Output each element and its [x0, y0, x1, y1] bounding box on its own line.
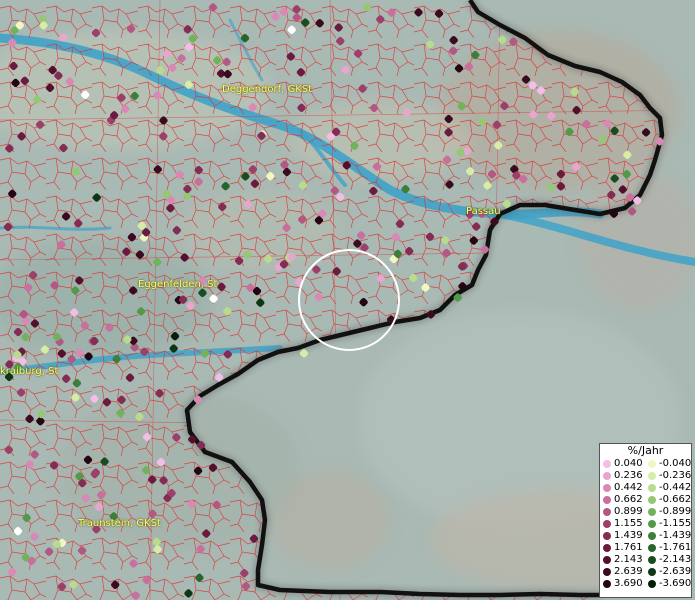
- legend-row: 0.899 -0.899: [600, 506, 691, 518]
- legend-entry-negative: -3.690: [645, 578, 691, 590]
- legend-row: 3.690 -3.690: [600, 578, 691, 590]
- legend-value: -0.899: [659, 506, 692, 517]
- legend-swatch: [648, 556, 656, 564]
- legend-swatch: [603, 580, 611, 588]
- town-label-kraiburg: kraiburg, St: [0, 366, 59, 377]
- legend-value: 0.040: [614, 458, 643, 469]
- legend-entry-positive: 0.442: [600, 482, 645, 494]
- legend-entry-negative: -1.155: [645, 518, 691, 530]
- town-label-passau: Passau: [466, 206, 501, 217]
- legend-value: -1.761: [659, 542, 692, 553]
- legend-row: 1.439 -1.439: [600, 530, 691, 542]
- legend-entry-negative: -1.439: [645, 530, 691, 542]
- legend-value: 3.690: [614, 578, 643, 589]
- legend-swatch: [603, 520, 611, 528]
- legend-value: -0.236: [659, 470, 692, 481]
- legend-value: 2.143: [614, 554, 643, 565]
- legend-row: 0.662 -0.662: [600, 494, 691, 506]
- legend-entry-positive: 3.690: [600, 578, 645, 590]
- legend-value: -0.442: [659, 482, 692, 493]
- legend-swatch: [648, 472, 656, 480]
- legend-value: 0.662: [614, 494, 643, 505]
- legend-value: -2.639: [659, 566, 692, 577]
- legend-row: 1.761 -1.761: [600, 542, 691, 554]
- town-label-deggendorf: Deggendorf, GKSt: [222, 84, 313, 95]
- legend-swatch: [603, 508, 611, 516]
- legend-value: 1.761: [614, 542, 643, 553]
- legend-value: -0.662: [659, 494, 692, 505]
- legend-entry-positive: 1.155: [600, 518, 645, 530]
- legend-swatch: [648, 484, 656, 492]
- legend-entry-positive: 0.662: [600, 494, 645, 506]
- legend-value: 0.236: [614, 470, 643, 481]
- legend-value: -1.439: [659, 530, 692, 541]
- legend-entry-positive: 1.761: [600, 542, 645, 554]
- legend-entry-positive: 2.639: [600, 566, 645, 578]
- legend-entry-negative: -0.662: [645, 494, 691, 506]
- legend-swatch: [603, 556, 611, 564]
- legend: %/Jahr 0.040 -0.040 0.236 -0.236 0.442 -0.442…: [599, 443, 692, 598]
- legend-value: -3.690: [659, 578, 692, 589]
- legend-value: 0.442: [614, 482, 643, 493]
- legend-entry-negative: -1.761: [645, 542, 691, 554]
- legend-swatch: [603, 472, 611, 480]
- legend-swatch: [648, 460, 656, 468]
- legend-value: -1.155: [659, 518, 692, 529]
- legend-swatch: [648, 544, 656, 552]
- legend-swatch: [648, 580, 656, 588]
- legend-swatch: [648, 496, 656, 504]
- legend-rows: 0.040 -0.040 0.236 -0.236 0.442 -0.442 0.662 -0…: [600, 458, 691, 590]
- legend-row: 1.155 -1.155: [600, 518, 691, 530]
- legend-value: 0.899: [614, 506, 643, 517]
- legend-entry-positive: 2.143: [600, 554, 645, 566]
- legend-value: 1.155: [614, 518, 643, 529]
- legend-swatch: [603, 484, 611, 492]
- legend-swatch: [603, 544, 611, 552]
- legend-entry-positive: 0.899: [600, 506, 645, 518]
- legend-entry-positive: 1.439: [600, 530, 645, 542]
- legend-entry-negative: -0.899: [645, 506, 691, 518]
- legend-value: -0.040: [659, 458, 692, 469]
- legend-title: %/Jahr: [627, 444, 664, 457]
- legend-row: 2.639 -2.639: [600, 566, 691, 578]
- legend-swatch: [648, 568, 656, 576]
- legend-row: 0.442 -0.442: [600, 482, 691, 494]
- legend-value: -2.143: [659, 554, 692, 565]
- legend-row: 0.040 -0.040: [600, 458, 691, 470]
- map-canvas[interactable]: [0, 0, 695, 600]
- legend-entry-negative: -2.143: [645, 554, 691, 566]
- legend-row: 0.236 -0.236: [600, 470, 691, 482]
- legend-swatch: [603, 532, 611, 540]
- town-label-eggenfelden: Eggenfelden, St: [138, 279, 218, 290]
- legend-entry-negative: -0.442: [645, 482, 691, 494]
- legend-swatch: [648, 520, 656, 528]
- legend-entry-positive: 0.040: [600, 458, 645, 470]
- legend-swatch: [648, 508, 656, 516]
- legend-swatch: [648, 532, 656, 540]
- legend-row: 2.143 -2.143: [600, 554, 691, 566]
- legend-entry-negative: -0.040: [645, 458, 691, 470]
- town-label-traunstein: Traunstein, GKSt: [78, 518, 161, 529]
- legend-entry-positive: 0.236: [600, 470, 645, 482]
- legend-value: 1.439: [614, 530, 643, 541]
- legend-entry-negative: -2.639: [645, 566, 691, 578]
- legend-swatch: [603, 460, 611, 468]
- legend-value: 2.639: [614, 566, 643, 577]
- legend-swatch: [603, 568, 611, 576]
- legend-swatch: [603, 496, 611, 504]
- legend-entry-negative: -0.236: [645, 470, 691, 482]
